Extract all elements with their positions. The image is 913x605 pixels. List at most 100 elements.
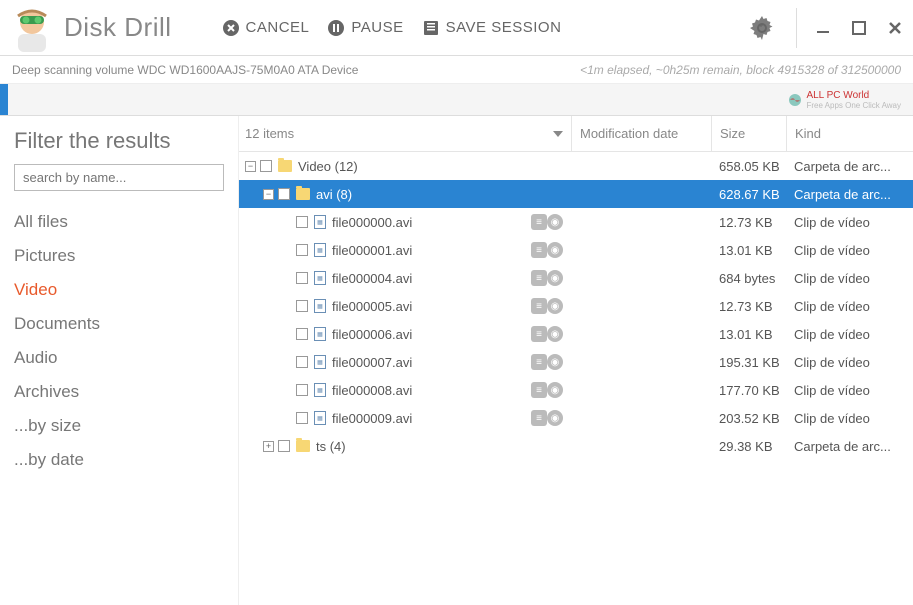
preview-icon[interactable]: ◉ [547,270,563,286]
pause-button[interactable]: PAUSE [327,19,403,37]
file-name: file000006.avi [332,327,412,342]
name-cell: − avi (8) [239,187,515,202]
video-file-icon: ▦ [314,383,326,397]
filter-item-documents[interactable]: Documents [14,307,224,341]
preview-icon[interactable]: ◉ [547,382,563,398]
col-modification[interactable]: Modification date [571,116,711,151]
checkbox[interactable] [278,440,290,452]
name-cell: ▦file000001.avi [239,243,515,258]
app-title: Disk Drill [64,12,172,43]
filter-item--by-size[interactable]: ...by size [14,409,224,443]
file-name: file000007.avi [332,355,412,370]
gear-icon[interactable] [748,14,776,42]
close-button[interactable] [877,10,913,46]
actions-cell: ≡◉ [515,382,571,398]
actions-cell: ≡◉ [515,326,571,342]
list-icon[interactable]: ≡ [531,242,547,258]
size-cell: 13.01 KB [711,243,786,258]
kind-cell: Clip de vídeo [786,411,913,426]
col-kind[interactable]: Kind [786,116,913,151]
divider [796,8,797,48]
folder-icon [296,440,310,452]
file-name: avi (8) [316,187,352,202]
size-cell: 12.73 KB [711,215,786,230]
pause-label: PAUSE [351,19,403,36]
pause-icon [327,19,345,37]
file-name: file000008.avi [332,383,412,398]
filter-item-video[interactable]: Video [14,273,224,307]
file-name: file000004.avi [332,271,412,286]
name-cell: ▦file000006.avi [239,327,515,342]
list-icon[interactable]: ≡ [531,354,547,370]
table-row[interactable]: ▦file000008.avi≡◉177.70 KBClip de vídeo [239,376,913,404]
logo-area: Disk Drill [0,4,172,52]
filter-item-pictures[interactable]: Pictures [14,239,224,273]
maximize-button[interactable] [841,10,877,46]
folder-icon [296,188,310,200]
col-items-label: 12 items [245,126,294,141]
filter-item-archives[interactable]: Archives [14,375,224,409]
filter-item-audio[interactable]: Audio [14,341,224,375]
main-area: Filter the results All filesPicturesVide… [0,116,913,605]
dropdown-icon[interactable] [553,131,563,137]
table-row[interactable]: ▦file000001.avi≡◉13.01 KBClip de vídeo [239,236,913,264]
size-cell: 628.67 KB [711,187,786,202]
filter-item-all-files[interactable]: All files [14,205,224,239]
checkbox[interactable] [296,384,308,396]
list-icon[interactable]: ≡ [531,410,547,426]
actions-cell: ≡◉ [515,410,571,426]
preview-icon[interactable]: ◉ [547,410,563,426]
size-cell: 658.05 KB [711,159,786,174]
preview-icon[interactable]: ◉ [547,326,563,342]
list-icon[interactable]: ≡ [531,270,547,286]
kind-cell: Clip de vídeo [786,299,913,314]
table-row[interactable]: ▦file000004.avi≡◉684 bytesClip de vídeo [239,264,913,292]
size-cell: 12.73 KB [711,299,786,314]
collapse-icon[interactable]: − [245,161,256,172]
status-bar: Deep scanning volume WDC WD1600AAJS-75M0… [0,56,913,84]
table-row[interactable]: ▦file000009.avi≡◉203.52 KBClip de vídeo [239,404,913,432]
preview-icon[interactable]: ◉ [547,242,563,258]
cancel-button[interactable]: CANCEL [222,19,310,37]
col-items[interactable]: 12 items [239,126,571,141]
table-row[interactable]: ▦file000005.avi ≡◉ 12.73 KBClip de vídeo [239,292,913,320]
name-cell: ▦file000005.avi [239,299,515,314]
checkbox[interactable] [296,216,308,228]
table-row[interactable]: −Video (12)658.05 KBCarpeta de arc... [239,152,913,180]
file-name: Video (12) [298,159,358,174]
kind-cell: Clip de vídeo [786,271,913,286]
save-session-button[interactable]: SAVE SESSION [422,19,562,37]
checkbox[interactable] [296,412,308,424]
kind-cell: Clip de vídeo [786,327,913,342]
table-row[interactable]: ▦file000006.avi≡◉13.01 KBClip de vídeo [239,320,913,348]
preview-icon[interactable]: ◉ [547,298,563,314]
checkbox[interactable] [278,188,290,200]
checkbox[interactable] [296,300,308,312]
search-input[interactable] [14,164,224,191]
col-size[interactable]: Size [711,116,786,151]
progress-indicator [0,84,8,115]
table-row[interactable]: −avi (8)628.67 KBCarpeta de arc... [239,180,913,208]
list-icon[interactable]: ≡ [531,326,547,342]
list-icon[interactable]: ≡ [531,382,547,398]
checkbox[interactable] [296,244,308,256]
checkbox[interactable] [296,272,308,284]
checkbox[interactable] [296,356,308,368]
checkbox[interactable] [260,160,272,172]
list-icon[interactable]: ≡ [531,214,547,230]
expand-icon[interactable]: + [263,441,274,452]
table-row[interactable]: ▦file000007.avi≡◉195.31 KBClip de vídeo [239,348,913,376]
preview-icon[interactable]: ◉ [547,214,563,230]
table-row[interactable]: ▦file000000.avi≡◉12.73 KBClip de vídeo [239,208,913,236]
cancel-label: CANCEL [246,19,310,36]
minimize-button[interactable] [805,10,841,46]
checkbox[interactable] [296,328,308,340]
preview-icon[interactable]: ◉ [547,354,563,370]
filter-item--by-date[interactable]: ...by date [14,443,224,477]
list-icon[interactable]: ≡ [531,298,547,314]
video-file-icon: ▦ [314,243,326,257]
table-row[interactable]: +ts (4)29.38 KBCarpeta de arc... [239,432,913,460]
column-header: 12 items Modification date Size Kind [239,116,913,152]
actions-cell: ≡◉ [515,242,571,258]
collapse-icon[interactable]: − [263,189,274,200]
